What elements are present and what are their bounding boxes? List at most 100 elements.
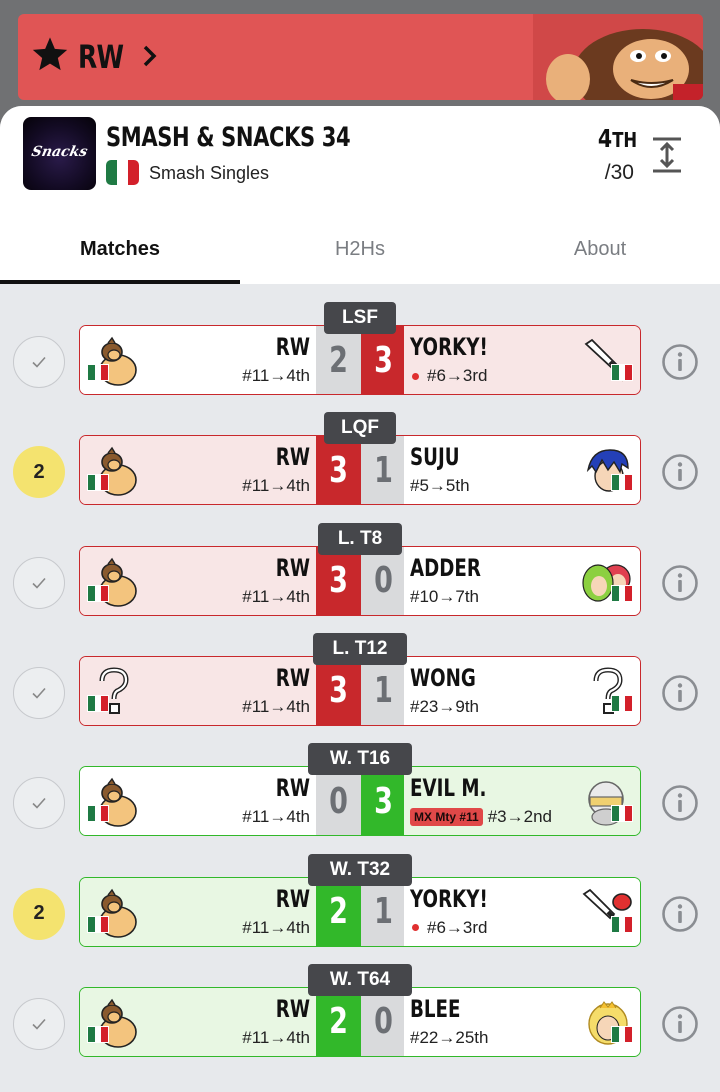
tournament-name: SMASH & SNACKS 34 <box>106 122 351 153</box>
info-icon[interactable] <box>660 563 700 603</box>
mexico-flag-icon <box>611 915 633 933</box>
opponent-seed-line: MX Mty #11 #3→2nd <box>410 807 552 827</box>
live-dot-icon <box>412 924 419 931</box>
opponent-score: 0 <box>361 987 406 1056</box>
match-card[interactable]: RW #11→4th 3 1 SUJU #5→5th <box>79 435 641 506</box>
banner-player-name: RW <box>78 38 124 76</box>
player-score: 3 <box>316 656 361 725</box>
player-side[interactable]: RW #11→4th <box>80 326 316 394</box>
match-card[interactable]: RW #11→4th 3 0 ADDER #10→7th <box>79 545 641 616</box>
match-card[interactable]: RW #11→4th 3 1 WONG #23→9th <box>79 655 641 726</box>
round-label: LQF <box>324 412 396 445</box>
event-name: Smash Singles <box>149 163 270 183</box>
rematch-count-badge: 2 <box>13 887 65 940</box>
tournament-sheet: Snacks SMASH & SNACKS 34 Smash Singles 4… <box>0 106 720 1092</box>
player-side[interactable]: RW #11→4th <box>80 656 316 725</box>
tab-matches[interactable]: Matches <box>0 214 240 284</box>
player-name: RW <box>275 994 310 1023</box>
opponent-score: 3 <box>361 767 406 836</box>
player-seed: #11→4th <box>242 917 310 937</box>
player-seed: #11→4th <box>242 696 310 716</box>
player-score: 2 <box>316 326 361 394</box>
player-name: RW <box>275 884 310 913</box>
opponent-score-value: 0 <box>374 560 393 602</box>
match-card[interactable]: RW #11→4th 2 3 YORKY! #6→3rd <box>79 325 641 395</box>
player-side[interactable]: RW #11→4th <box>80 987 316 1056</box>
opponent-name: ADDER <box>410 553 481 582</box>
opponent-side[interactable]: SUJU #5→5th <box>404 436 640 505</box>
rematch-count: 2 <box>33 902 45 924</box>
checkmark-icon[interactable] <box>13 666 65 719</box>
tab-about[interactable]: About <box>480 214 720 284</box>
player-seed: #11→4th <box>242 807 310 827</box>
placement-suffix: TH <box>612 128 638 152</box>
player-seed: #11→4th <box>242 476 310 496</box>
info-icon[interactable] <box>660 1004 700 1044</box>
opponent-seed: #6→3rd <box>427 917 488 937</box>
opponent-score-value: 1 <box>374 670 393 712</box>
player-score-value: 2 <box>329 891 348 932</box>
mexico-flag-icon <box>87 1025 109 1043</box>
opponent-score: 1 <box>361 877 406 946</box>
player-name: RW <box>275 774 310 803</box>
player-seed: #11→4th <box>242 366 310 385</box>
opponent-side[interactable]: ADDER #10→7th <box>404 546 640 615</box>
mexico-flag-icon <box>106 160 139 185</box>
info-icon[interactable] <box>660 673 700 713</box>
unknown-character-icon <box>582 667 633 719</box>
opponent-score-value: 3 <box>374 339 393 381</box>
live-dot-icon <box>412 372 419 380</box>
sword-character-icon <box>582 336 633 388</box>
checkmark-icon[interactable] <box>13 336 65 388</box>
player-score-value: 2 <box>329 1001 348 1043</box>
match-card[interactable]: RW #11→4th 2 0 BLEE #22→25th <box>79 986 641 1057</box>
info-icon[interactable] <box>660 342 700 382</box>
checkmark-icon[interactable] <box>13 556 65 609</box>
player-side[interactable]: RW #11→4th <box>80 546 316 615</box>
opponent-score-value: 1 <box>374 891 393 932</box>
info-icon[interactable] <box>660 452 700 492</box>
info-icon[interactable] <box>660 894 700 934</box>
opponent-side[interactable]: BLEE #22→25th <box>404 987 640 1056</box>
star-icon <box>32 37 68 71</box>
match-row[interactable]: RW #11→4th 2 0 BLEE #22→25th W. T64 <box>0 963 720 1074</box>
match-row[interactable]: RW #11→4th 3 0 ADDER #10→7th L. T8 <box>0 522 720 633</box>
opponent-seed: #23→9th <box>410 696 479 716</box>
green-red-duo-character-icon <box>582 557 633 609</box>
opponent-side[interactable]: YORKY! #6→3rd <box>404 326 640 394</box>
match-row[interactable]: RW #11→4th 0 3 EVIL M. MX Mty #11 #3→2nd … <box>0 743 720 853</box>
opponent-side[interactable]: WONG #23→9th <box>404 656 640 725</box>
player-score-value: 3 <box>329 560 348 602</box>
donkey-kong-character-icon <box>87 998 138 1050</box>
match-card[interactable]: RW #11→4th 0 3 EVIL M. MX Mty #11 #3→2nd <box>79 766 641 837</box>
player-banner[interactable]: RW <box>18 14 703 100</box>
tab-h2hs[interactable]: H2Hs <box>240 214 480 284</box>
checkmark-icon[interactable] <box>13 997 65 1050</box>
match-row[interactable]: 2 RW #11→4th 3 1 SUJU #5→5th LQF <box>0 412 720 522</box>
player-name: RW <box>275 553 310 582</box>
blue-hair-character-icon <box>582 446 633 498</box>
info-icon[interactable] <box>660 783 700 823</box>
opponent-side[interactable]: YORKY! #6→3rd <box>404 877 640 946</box>
opponent-side[interactable]: EVIL M. MX Mty #11 #3→2nd <box>404 767 640 836</box>
match-row[interactable]: RW #11→4th 3 1 WONG #23→9th L. T12 <box>0 632 720 743</box>
tab-bar: Matches H2Hs About <box>0 214 720 284</box>
opponent-seed-line: #23→9th <box>410 697 479 717</box>
total-entrants: /30 <box>604 161 634 184</box>
player-name: RW <box>275 443 310 472</box>
match-card[interactable]: RW #11→4th 2 1 YORKY! #6→3rd <box>79 876 641 947</box>
placement-number: 4 <box>597 124 613 153</box>
player-side[interactable]: RW #11→4th <box>80 877 316 946</box>
player-side[interactable]: RW #11→4th <box>80 767 316 836</box>
match-row[interactable]: RW #11→4th 2 3 YORKY! #6→3rd LSF <box>0 302 720 412</box>
donkey-kong-character-icon <box>87 446 138 498</box>
checkmark-icon[interactable] <box>13 777 65 830</box>
player-side[interactable]: RW #11→4th <box>80 436 316 505</box>
opponent-name: YORKY! <box>410 884 488 913</box>
placement: 4TH <box>597 124 638 153</box>
expand-icon[interactable] <box>650 136 684 174</box>
round-label: L. T8 <box>318 522 402 555</box>
donkey-kong-character-icon <box>87 336 138 388</box>
match-row[interactable]: 2 RW #11→4th 2 1 YORKY! #6→3rd W. T32 <box>0 853 720 964</box>
rematch-count: 2 <box>33 460 45 483</box>
